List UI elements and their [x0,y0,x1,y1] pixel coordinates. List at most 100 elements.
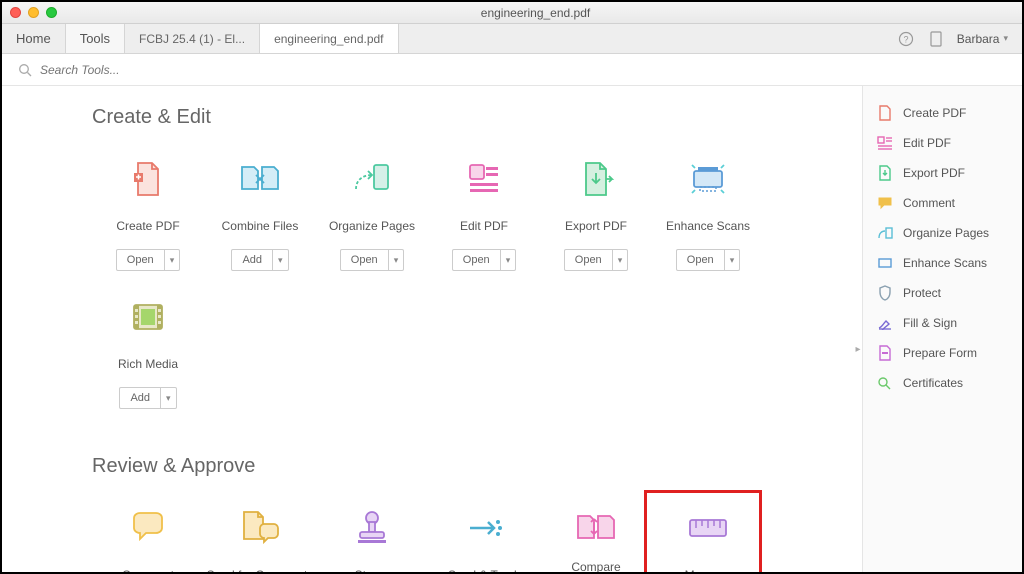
sidebar-item-comment[interactable]: Comment [863,188,1022,218]
sidebar-label: Create PDF [903,106,966,120]
doc-tab[interactable]: FCBJ 25.4 (1) - El... [125,24,260,53]
collapse-panel-button[interactable]: ▸ [853,329,863,369]
tool-label: Combine Files [222,213,299,241]
nav-tools[interactable]: Tools [66,24,125,53]
tool-stamp[interactable]: Stamp Add▾ [316,498,428,572]
doc-tab[interactable]: engineering_end.pdf [260,24,398,53]
tool-label: Comment [122,562,174,572]
sidebar-item-certificates[interactable]: Certificates [863,368,1022,398]
enhance-scans-icon [877,255,893,271]
tool-label: Edit PDF [460,213,508,241]
sidebar-item-organize-pages[interactable]: Organize Pages [863,218,1022,248]
sidebar-label: Enhance Scans [903,256,987,270]
tool-combine-files[interactable]: Combine Files Add▾ [204,149,316,287]
sidebar-label: Certificates [903,376,963,390]
sidebar-item-prepare-form[interactable]: Prepare Form [863,338,1022,368]
chevron-down-icon: ▾ [389,250,404,270]
compare-docs-icon [572,504,620,552]
stamp-icon [348,504,396,552]
sidebar-item-fill-sign[interactable]: Fill & Sign [863,308,1022,338]
tool-rich-media[interactable]: Rich Media Add▾ [92,287,204,425]
sidebar-label: Organize Pages [903,226,989,240]
search-input[interactable] [40,63,1006,77]
chevron-down-icon: ▾ [613,250,628,270]
tool-create-pdf[interactable]: Create PDF Open▾ [92,149,204,287]
notification-icon[interactable] [927,30,945,48]
tool-label: Rich Media [118,351,178,379]
sidebar-item-enhance-scans[interactable]: Enhance Scans [863,248,1022,278]
tool-enhance-scans[interactable]: Enhance Scans Open▾ [652,149,764,287]
tool-label: Export PDF [565,213,627,241]
rich-media-icon [124,293,172,341]
chevron-down-icon: ▾ [165,250,180,270]
tool-action-button[interactable]: Add▾ [119,387,176,409]
shortcut-panel: ▸ Create PDF Edit PDF Export PDF Comment… [862,86,1022,572]
organize-pages-icon [348,155,396,203]
create-pdf-icon [124,155,172,203]
tool-send-track[interactable]: Send & Track Add▾ [428,498,540,572]
titlebar: engineering_end.pdf [2,2,1022,24]
sidebar-item-create-pdf[interactable]: Create PDF [863,98,1022,128]
tool-action-button[interactable]: Open▾ [564,249,628,271]
minimize-window-button[interactable] [28,7,39,18]
tool-organize-pages[interactable]: Organize Pages Open▾ [316,149,428,287]
comment-icon [124,504,172,552]
help-icon[interactable]: ? [897,30,915,48]
enhance-scans-icon [684,155,732,203]
section-title-review-approve: Review & Approve [92,455,832,478]
sidebar-label: Edit PDF [903,136,951,150]
tool-label: Send for Comments [207,562,314,572]
create-pdf-icon [877,105,893,121]
tool-label: Stamp [355,562,390,572]
tool-compare-docs[interactable]: Compare Documents Add▾ [540,498,652,572]
sidebar-item-edit-pdf[interactable]: Edit PDF [863,128,1022,158]
content-area: Create & Edit Create PDF Open▾ Combine F… [2,86,862,572]
sidebar-label: Protect [903,286,941,300]
certificate-icon [877,375,893,391]
tool-send-comments[interactable]: Send for Comments Add▾ [204,498,316,572]
tool-label: Organize Pages [329,213,415,241]
search-icon [18,63,32,77]
close-window-button[interactable] [10,7,21,18]
tool-action-button[interactable]: Open▾ [116,249,180,271]
tool-action-button[interactable]: Open▾ [676,249,740,271]
tool-action-button[interactable]: Open▾ [340,249,404,271]
sidebar-item-protect[interactable]: Protect [863,278,1022,308]
chevron-down-icon: ▾ [501,250,516,270]
send-comments-icon [236,504,284,552]
chevron-down-icon: ▾ [161,388,176,408]
chevron-down-icon: ▾ [1003,33,1008,44]
tool-label: Compare Documents [540,562,652,572]
tab-bar: Home Tools FCBJ 25.4 (1) - El... enginee… [2,24,1022,54]
tool-export-pdf[interactable]: Export PDF Open▾ [540,149,652,287]
sidebar-label: Prepare Form [903,346,977,360]
send-track-icon [460,504,508,552]
edit-pdf-icon [460,155,508,203]
shield-icon [877,285,893,301]
sidebar-label: Comment [903,196,955,210]
edit-pdf-icon [877,135,893,151]
maximize-window-button[interactable] [46,7,57,18]
sidebar-item-export-pdf[interactable]: Export PDF [863,158,1022,188]
combine-files-icon [236,155,284,203]
organize-pages-icon [877,225,893,241]
user-menu[interactable]: Barbara ▾ [957,32,1008,46]
window-title: engineering_end.pdf [57,6,1014,20]
tool-action-button[interactable]: Add▾ [231,249,288,271]
search-bar [2,54,1022,86]
tool-label: Create PDF [116,213,179,241]
tool-comment[interactable]: Comment Open▾ [92,498,204,572]
chevron-down-icon: ▾ [725,250,740,270]
tool-label: Enhance Scans [666,213,750,241]
comment-icon [877,195,893,211]
nav-home[interactable]: Home [2,24,66,53]
chevron-down-icon: ▾ [273,250,288,270]
tool-label: Send & Track [448,562,520,572]
tool-edit-pdf[interactable]: Edit PDF Open▾ [428,149,540,287]
sidebar-label: Export PDF [903,166,965,180]
svg-text:?: ? [903,34,908,44]
tool-action-button[interactable]: Open▾ [452,249,516,271]
traffic-lights [10,7,57,18]
export-pdf-icon [572,155,620,203]
user-name: Barbara [957,32,1000,46]
